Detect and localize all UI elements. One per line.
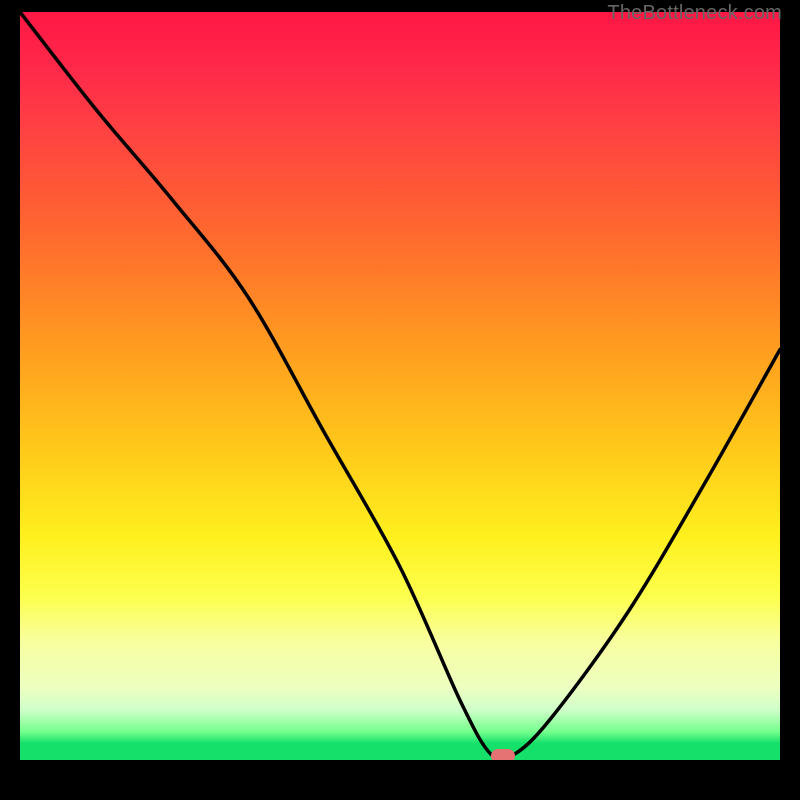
watermark-text: TheBottleneck.com: [607, 2, 782, 25]
x-axis: [20, 760, 780, 762]
curve-svg: [20, 12, 780, 762]
bottleneck-curve-path: [20, 12, 780, 760]
plot-area: [20, 12, 780, 762]
bottleneck-chart: TheBottleneck.com: [0, 0, 800, 800]
